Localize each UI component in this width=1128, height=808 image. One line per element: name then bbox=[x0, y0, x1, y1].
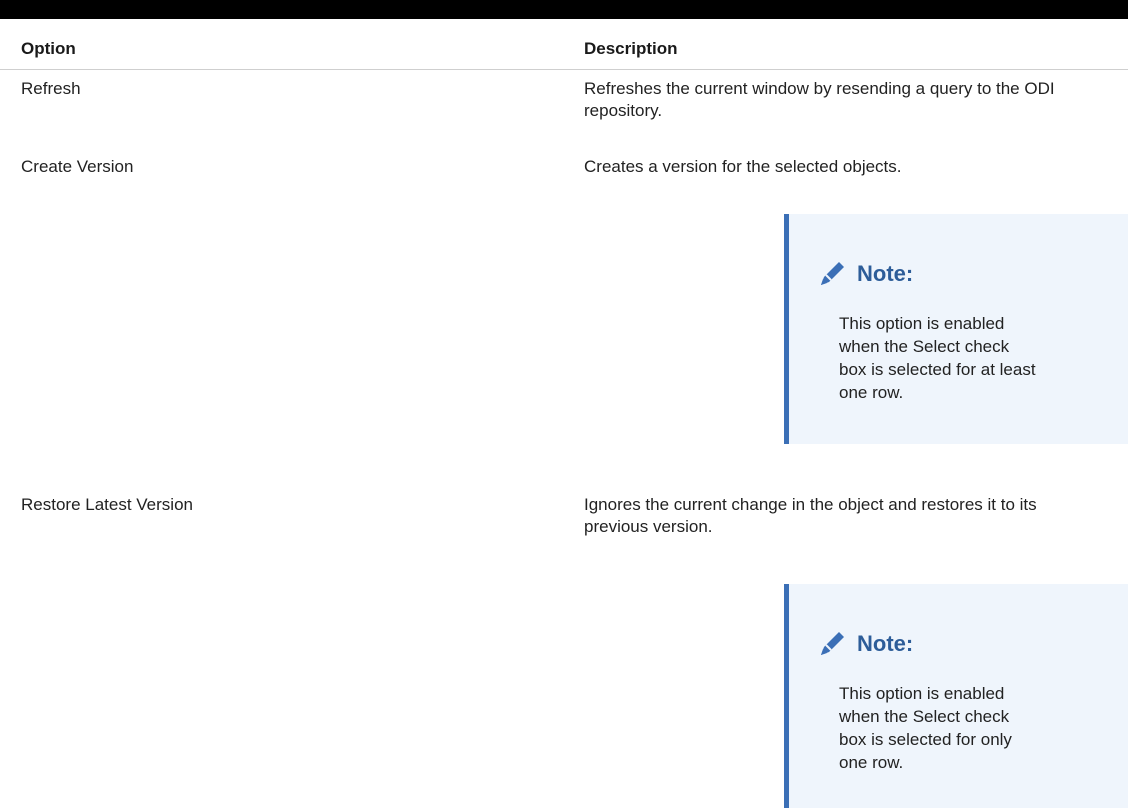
table-row-refresh-description: Refreshes the current window by resendin… bbox=[584, 79, 1055, 120]
option-column-header: Option bbox=[21, 39, 76, 58]
pencil-icon bbox=[821, 262, 844, 285]
note-title: Note: bbox=[857, 261, 914, 286]
note-title: Note: bbox=[857, 631, 914, 656]
note-header: Note: bbox=[817, 629, 913, 659]
table-row-restore-latest-version-description: Ignores the current change in the object… bbox=[584, 495, 1037, 536]
table-header-row: Option Description bbox=[0, 19, 1128, 70]
document-page: Option Description Refresh Refreshes the… bbox=[0, 0, 1128, 808]
table-row-refresh-option: Refresh bbox=[21, 79, 81, 98]
note-box: Note: This option is enabled when the Se… bbox=[784, 584, 1128, 808]
note-body: This option is enabled when the Select c… bbox=[839, 684, 1012, 772]
table-row-create-version-description: Creates a version for the selected objec… bbox=[584, 157, 902, 176]
top-rule bbox=[0, 0, 1128, 19]
table-row-create-version-option: Create Version bbox=[21, 157, 134, 176]
pencil-icon bbox=[821, 632, 844, 655]
note-header: Note: bbox=[817, 259, 913, 289]
note-box: Note: This option is enabled when the Se… bbox=[784, 214, 1128, 444]
note-body: This option is enabled when the Select c… bbox=[839, 314, 1036, 402]
table-row-restore-latest-version-option: Restore Latest Version bbox=[21, 495, 193, 514]
description-column-header: Description bbox=[584, 39, 678, 58]
